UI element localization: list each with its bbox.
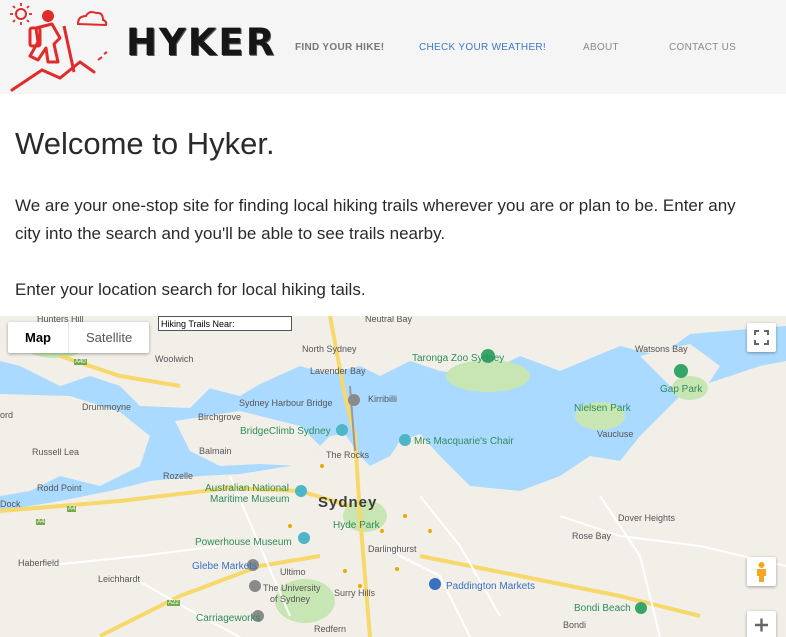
map-label-russell-lea: Russell Lea xyxy=(32,447,80,457)
map-label-ord: ord xyxy=(0,410,14,420)
map-label-balmain: Balmain xyxy=(199,446,232,456)
fullscreen-button[interactable] xyxy=(747,323,776,352)
map-label-harbour-bridge: Sydney Harbour Bridge xyxy=(239,398,333,408)
map-label-watsons-bay: Watsons Bay xyxy=(635,344,688,354)
map-label-maritime-museum-1: Australian National xyxy=(205,483,289,494)
map-label-bondi: Bondi xyxy=(563,620,587,630)
map-label-darlinghurst: Darlinghurst xyxy=(368,544,417,554)
map-type-control: Map Satellite xyxy=(8,322,150,353)
road-shield-a22: A22 xyxy=(167,600,180,606)
road-shield-a4-secondary: A4 xyxy=(36,519,46,525)
map-label-powerhouse: Powerhouse Museum xyxy=(195,537,292,548)
map-label-hyde-park: Hyde Park xyxy=(333,520,380,531)
brand-logo-text[interactable]: HYKER xyxy=(126,21,276,64)
map-label-haberfield: Haberfield xyxy=(18,558,60,568)
pegman-icon xyxy=(757,562,766,582)
intro-line-2: city into the search and you'll be able … xyxy=(15,224,446,243)
map-type-map-button[interactable]: Map xyxy=(8,322,69,353)
map-label-rodd-point: Rodd Point xyxy=(37,483,82,493)
search-prompt: Enter your location search for local hik… xyxy=(15,280,366,299)
map-label-bondi-beach: Bondi Beach xyxy=(574,603,631,614)
intro-line-1: We are your one-stop site for finding lo… xyxy=(15,196,736,215)
street-view-pegman[interactable] xyxy=(747,557,776,586)
map-label-north-sydney: North Sydney xyxy=(302,344,357,354)
map-label-the-rocks: The Rocks xyxy=(326,450,370,460)
map-label-neutral-bay: Neutral Bay xyxy=(365,316,413,324)
map-label-paddington-markets: Paddington Markets xyxy=(446,581,535,592)
map-label-dover-heights: Dover Heights xyxy=(618,513,676,523)
map-label-birchgrove: Birchgrove xyxy=(198,412,242,422)
map-base-layer xyxy=(0,316,786,637)
map-label-dock: Dock xyxy=(0,499,21,509)
map-label-redfern: Redfern xyxy=(314,624,347,634)
map-label-ultimo: Ultimo xyxy=(280,567,306,577)
map-label-woolwich: Woolwich xyxy=(155,354,194,364)
map-label-uni-2: of Sydney xyxy=(270,594,311,604)
plus-icon xyxy=(755,618,768,632)
map-label-carriageworks: Carriageworks xyxy=(196,613,261,624)
map-canvas[interactable]: Hunters Hill Neutral Bay North Sydney Ta… xyxy=(0,316,786,637)
road-shield-a40: A40 xyxy=(74,359,87,365)
site-header: HYKER FIND YOUR HIKE! CHECK YOUR WEATHER… xyxy=(0,0,786,94)
map-label-bridgeclimb: BridgeClimb Sydney xyxy=(240,426,331,437)
map-label-maritime-museum-2: Maritime Museum xyxy=(210,494,290,505)
page-title: Welcome to Hyker. xyxy=(15,126,275,161)
road-shield-a4: A4 xyxy=(67,506,77,512)
map-label-leichhardt: Leichhardt xyxy=(98,574,141,584)
map-label-lavender-bay: Lavender Bay xyxy=(310,366,366,376)
map-label-glebe-markets: Glebe Markets xyxy=(192,561,258,572)
map-label-kirribilli: Kirribilli xyxy=(368,394,397,404)
map-label-vaucluse: Vaucluse xyxy=(597,429,634,439)
map-label-taronga: Taronga Zoo Sydney xyxy=(412,353,505,364)
nav-find-your-hike[interactable]: FIND YOUR HIKE! xyxy=(295,42,384,53)
hiker-logo-icon[interactable] xyxy=(8,2,118,94)
map-label-sydney: Sydney xyxy=(318,494,378,511)
map-label-macquarie: Mrs Macquarie's Chair xyxy=(414,436,514,447)
map-label-gap-park: Gap Park xyxy=(660,384,703,395)
map-label-surry-hills: Surry Hills xyxy=(334,588,376,598)
map-label-uni-1: The University xyxy=(263,583,321,593)
map-label-rose-bay: Rose Bay xyxy=(572,531,612,541)
nav-check-your-weather[interactable]: CHECK YOUR WEATHER! xyxy=(419,42,546,53)
zoom-in-button[interactable] xyxy=(747,611,776,637)
fullscreen-icon xyxy=(754,330,769,345)
hiking-trails-search-input[interactable] xyxy=(158,316,292,331)
nav-contact-us[interactable]: CONTACT US xyxy=(669,42,736,53)
nav-about[interactable]: ABOUT xyxy=(583,42,619,53)
map-label-nielsen-park: Nielsen Park xyxy=(574,403,631,414)
map-label-drummoyne: Drummoyne xyxy=(82,402,132,412)
map-label-rozelle: Rozelle xyxy=(163,471,194,481)
map-type-satellite-button[interactable]: Satellite xyxy=(69,322,149,353)
